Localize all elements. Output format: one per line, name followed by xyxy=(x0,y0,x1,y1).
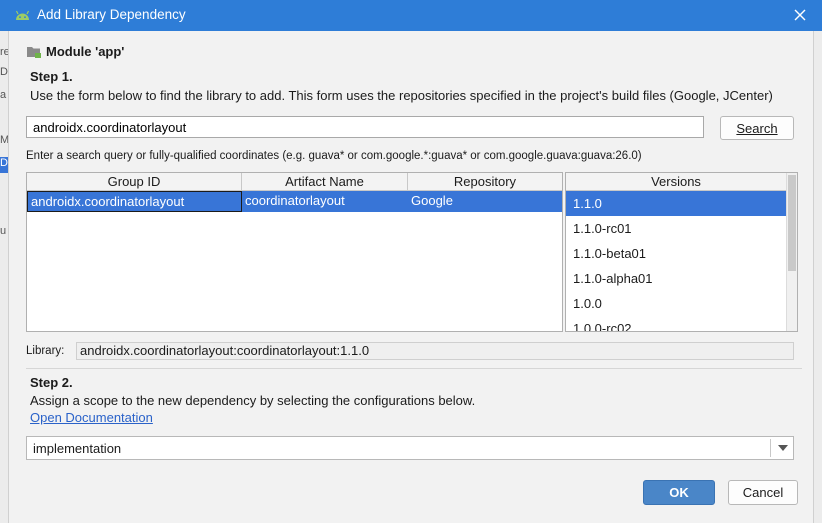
combo-separator xyxy=(770,439,771,457)
search-hint: Enter a search query or fully-qualified … xyxy=(26,150,642,162)
library-label: Library: xyxy=(26,345,65,357)
versions-list: Versions 1.1.0 1.1.0-rc01 1.1.0-beta01 1… xyxy=(565,172,798,332)
bg-fragment: De xyxy=(0,157,8,173)
ok-button[interactable]: OK xyxy=(643,480,715,505)
column-header-repository[interactable]: Repository xyxy=(408,173,562,191)
search-input[interactable] xyxy=(26,116,704,138)
versions-scrollbar[interactable] xyxy=(786,173,797,331)
search-button[interactable]: Search xyxy=(720,116,794,140)
bg-fragment: u xyxy=(0,225,7,237)
folder-icon xyxy=(27,47,41,58)
scope-value: implementation xyxy=(33,441,122,456)
title-bar: Add Library Dependency xyxy=(0,0,822,31)
versions-header: Versions xyxy=(566,173,786,191)
column-header-group-id[interactable]: Group ID xyxy=(27,173,242,191)
step2-description: Assign a scope to the new dependency by … xyxy=(30,393,476,408)
version-item[interactable]: 1.1.0 xyxy=(566,191,786,216)
scope-select[interactable]: implementation xyxy=(26,436,794,460)
divider xyxy=(26,368,802,369)
bg-fragment: a xyxy=(0,89,7,101)
cell-artifact: coordinatorlayout xyxy=(245,193,345,208)
chevron-down-icon[interactable] xyxy=(778,445,788,451)
search-button-label: Search xyxy=(736,120,778,136)
column-header-artifact[interactable]: Artifact Name xyxy=(242,173,408,191)
close-icon[interactable] xyxy=(790,5,810,25)
cancel-button[interactable]: Cancel xyxy=(728,480,798,505)
background-window-left: re D a M De u xyxy=(0,31,9,523)
version-item[interactable]: 1.1.0-alpha01 xyxy=(566,266,786,291)
cell-repository: Google xyxy=(411,193,453,208)
version-item[interactable]: 1.0.0 xyxy=(566,291,786,316)
version-item[interactable]: 1.1.0-rc01 xyxy=(566,216,786,241)
step2-title: Step 2. xyxy=(30,375,73,390)
results-table: Group ID Artifact Name Repository androi… xyxy=(26,172,563,332)
bg-fragment: re xyxy=(0,46,9,58)
android-icon xyxy=(15,10,30,20)
bg-fragment: D xyxy=(0,66,8,78)
open-documentation-link[interactable]: Open Documentation xyxy=(30,410,153,425)
module-label: Module 'app' xyxy=(46,44,125,59)
step1-description: Use the form below to find the library t… xyxy=(30,88,773,103)
version-item[interactable]: 1.1.0-beta01 xyxy=(566,241,786,266)
library-field: androidx.coordinatorlayout:coordinatorla… xyxy=(76,342,794,360)
table-row[interactable]: androidx.coordinatorlayout coordinatorla… xyxy=(27,191,562,212)
background-window-right xyxy=(813,31,822,523)
bg-fragment: M xyxy=(0,134,9,146)
dialog-title: Add Library Dependency xyxy=(37,7,186,22)
cell-group-id: androidx.coordinatorlayout xyxy=(27,191,242,212)
version-item[interactable]: 1.0.0-rc02 xyxy=(566,316,786,331)
scrollbar-thumb[interactable] xyxy=(788,175,796,271)
step1-title: Step 1. xyxy=(30,69,73,84)
